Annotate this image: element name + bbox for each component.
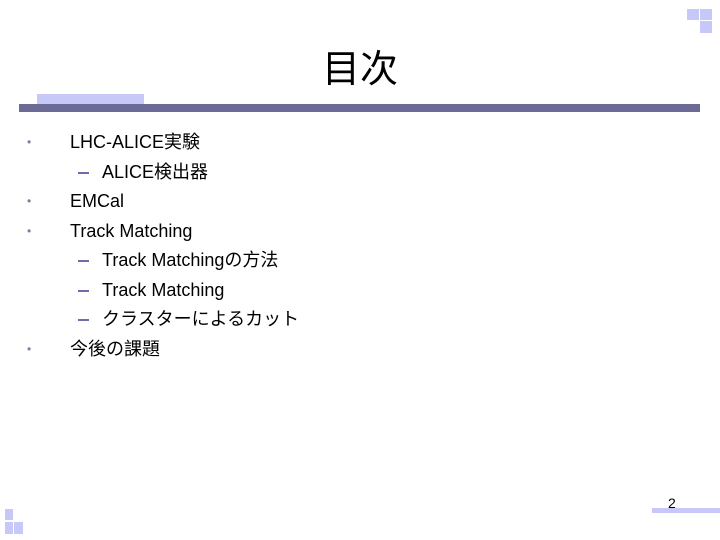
outline-text: LHC-ALICE実験 [70,132,201,152]
dash-icon [78,289,89,292]
decor-square [687,9,699,20]
dash-icon [78,171,89,174]
outline-text: クラスターによるカット [102,309,300,329]
outline-text: Track Matching [102,279,225,300]
decor-square [5,522,13,534]
decor-square [700,9,712,20]
outline-text: EMCal [70,191,125,211]
bullet-dot-icon: • [27,341,32,356]
outline-text: 今後の課題 [70,338,160,359]
title-underline-rule [19,104,700,112]
outline-text: Track Matchingの方法 [102,250,279,270]
dash-icon [78,319,89,321]
outline-text: ALICE検出器 [102,161,209,182]
decor-square [14,522,23,534]
bullet-dot-icon: • [27,194,32,208]
bullet-dot-icon: • [27,223,32,238]
bullet-dot-icon: • [27,135,32,149]
dash-icon [78,260,89,262]
decor-square [5,509,13,520]
slide-title: 目次 [321,47,398,91]
page-number-accent-bar [652,508,720,513]
outline-text: Track Matching [70,220,193,241]
decor-square [700,21,712,33]
